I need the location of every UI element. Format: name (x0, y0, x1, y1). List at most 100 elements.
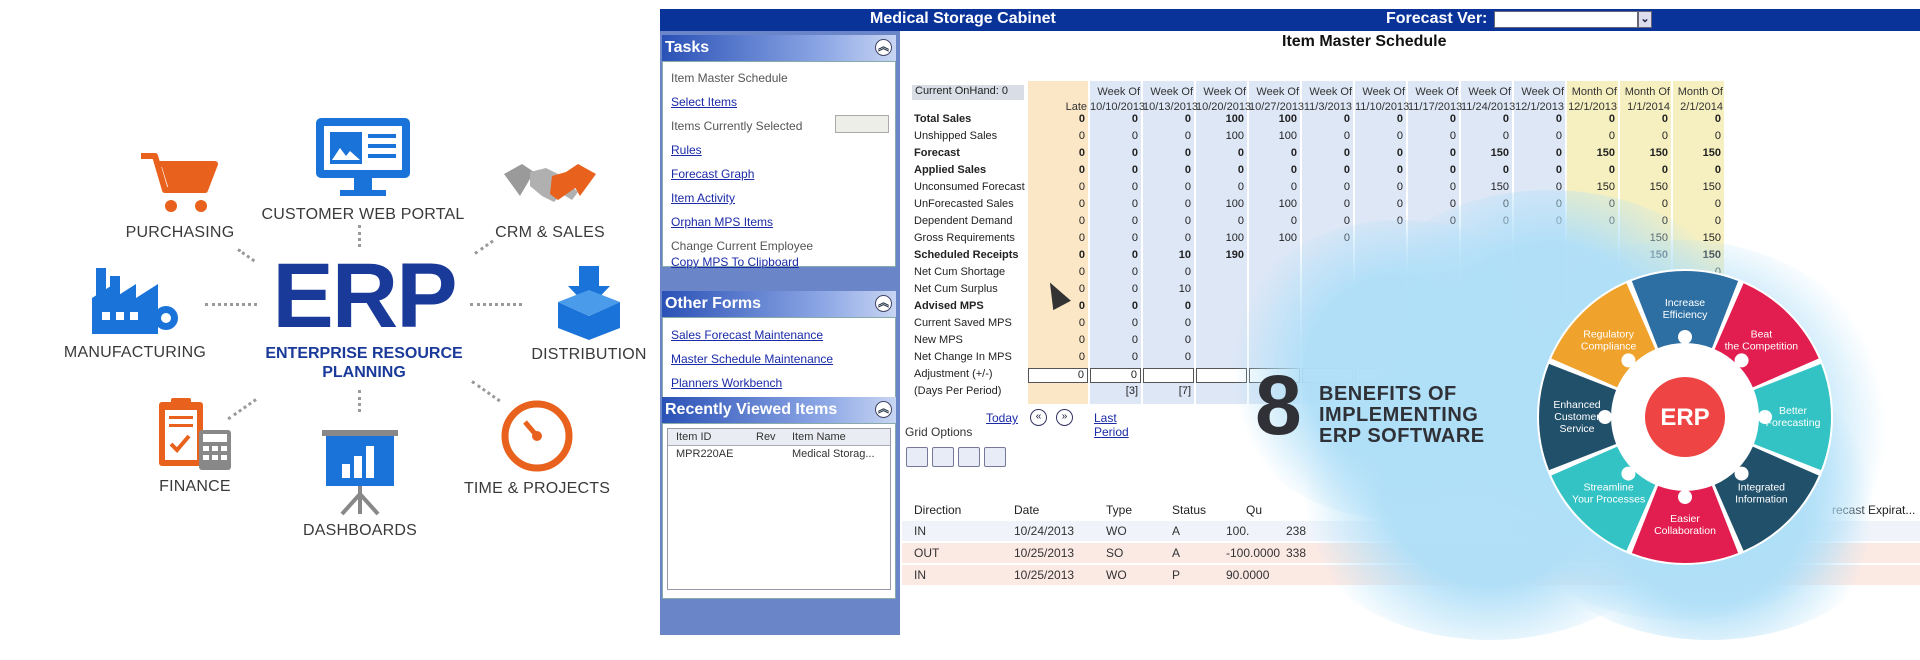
tasks-header[interactable]: Tasks ︽ (662, 35, 896, 61)
table-row[interactable]: MPR220AE Medical Storag... (668, 446, 890, 462)
column-header-top: Month Of (1571, 86, 1617, 98)
task-rules[interactable]: Rules (671, 143, 702, 157)
column-header: recast Expirat... (1832, 503, 1916, 517)
edit-icon[interactable] (984, 447, 1006, 467)
column-header: Week Of 11/10/2013 (1355, 85, 1409, 115)
schedule-cell: 0 (1714, 198, 1721, 210)
connector (470, 303, 522, 306)
schedule-cell: 0 (1078, 249, 1085, 261)
schedule-cell: 0 (1449, 164, 1456, 176)
schedule-cell[interactable] (1196, 368, 1247, 383)
schedule-row-label: Forecast (914, 147, 960, 159)
collapse-chevron-icon[interactable]: ︽ (875, 39, 892, 56)
print-icon[interactable] (958, 447, 980, 467)
erp-subtitle: ENTERPRISE RESOURCE PLANNING (250, 344, 478, 382)
schedule-cell: 0 (1078, 164, 1085, 176)
benefit-icon (1758, 410, 1772, 424)
schedule-cell (1302, 266, 1353, 283)
schedule-cell: 0 (1449, 113, 1456, 125)
schedule-row-label: Net Change In MPS (914, 351, 1012, 363)
schedule-cell: 0 (1396, 215, 1403, 227)
erp-module-diagram: PURCHASING CUSTOMER WEB PORTAL CRM & SAL… (0, 0, 660, 660)
benefits-line: BENEFITS OF (1319, 383, 1457, 405)
column-header: Week Of 12/1/2013 (1514, 85, 1567, 115)
recently-viewed-title: Recently Viewed Items (665, 401, 838, 418)
schedule-cell: 0 (1714, 113, 1721, 125)
schedule-cell: 0 (1449, 215, 1456, 227)
cell: WO (1106, 524, 1127, 538)
schedule-cell: 0 (1078, 351, 1085, 363)
column-header-top: Week Of (1521, 86, 1564, 98)
box-download-icon (558, 266, 620, 340)
last-period-link[interactable]: Last Period (1094, 411, 1129, 439)
benefit-icon (1734, 466, 1749, 481)
collapse-chevron-icon[interactable]: ︽ (875, 295, 892, 312)
schedule-cell: 100 (1278, 113, 1297, 125)
other-forms-header[interactable]: Other Forms ︽ (662, 291, 896, 317)
schedule-cell: [3] (1125, 385, 1138, 397)
schedule-cell: 0 (1396, 130, 1403, 142)
recently-viewed-header[interactable]: Recently Viewed Items ︽ (662, 397, 896, 423)
schedule-cell: 0 (1714, 164, 1721, 176)
schedule-row-label: Adjustment (+/-) (914, 368, 993, 380)
schedule-cell: 0 (1078, 130, 1085, 142)
cell: SO (1106, 546, 1124, 560)
task-copy-mps-to-clipboard[interactable]: Copy MPS To Clipboard (671, 255, 799, 269)
schedule-cell: 0 (1290, 147, 1297, 159)
schedule-cell: 0 (1396, 113, 1403, 125)
schedule-cell: 0 (1184, 300, 1191, 312)
schedule-row-label: New MPS (914, 334, 963, 346)
table-row[interactable]: IN 10/25/2013 WO P 90.0000 (902, 565, 1920, 585)
cell: Medical Storag... (792, 448, 875, 460)
schedule-cell: 0 (1608, 198, 1615, 210)
schedule-cell: 0 (1131, 147, 1138, 159)
grid-options-label: Grid Options (905, 425, 973, 439)
benefits-wheel: Increase EfficiencyBeat the CompetitionBet… (1537, 269, 1833, 565)
open-folder-icon[interactable] (906, 447, 928, 467)
form-planners-workbench[interactable]: Planners Workbench (671, 376, 782, 390)
task-orphan-mps-items[interactable]: Orphan MPS Items (671, 215, 773, 229)
schedule-cell[interactable]: 0 (1090, 368, 1141, 383)
schedule-cell: 0 (1608, 130, 1615, 142)
benefit-label: Increase Efficiency (1663, 297, 1708, 321)
next-period-icon[interactable]: » (1056, 409, 1073, 426)
schedule-cell: 0 (1131, 283, 1138, 295)
form-sales-forecast-maintenance[interactable]: Sales Forecast Maintenance (671, 328, 823, 342)
column-header-top: Month Of (1624, 86, 1670, 98)
schedule-cell: 0 (1343, 198, 1350, 210)
task-item-activity[interactable]: Item Activity (671, 191, 735, 205)
collapse-chevron-icon[interactable]: ︽ (875, 401, 892, 418)
task-forecast-graph[interactable]: Forecast Graph (671, 167, 754, 181)
schedule-cell (1355, 249, 1406, 266)
schedule-cell: 0 (1131, 113, 1138, 125)
column-header: Item ID (676, 431, 712, 443)
forecast-version-select[interactable] (1494, 11, 1638, 28)
schedule-cell (1355, 334, 1406, 351)
schedule-cell: 0 (1131, 232, 1138, 244)
schedule-cell[interactable]: 0 (1028, 368, 1088, 383)
schedule-cell: 0 (1131, 215, 1138, 227)
schedule-cell (1408, 334, 1459, 351)
cell: 10/24/2013 (1014, 524, 1075, 538)
form-master-schedule-maintenance[interactable]: Master Schedule Maintenance (671, 352, 833, 366)
schedule-cell (1567, 232, 1618, 249)
benefits-heading: 8 BENEFITS OF IMPLEMENTING ERP SOFTWARE (1255, 360, 1515, 450)
task-select-items[interactable]: Select Items (671, 95, 737, 109)
benefits-text: BENEFITS OF IMPLEMENTING ERP SOFTWARE (1319, 384, 1485, 447)
schedule-cell: 0 (1131, 266, 1138, 278)
schedule-cell: 0 (1502, 113, 1509, 125)
schedule-cell: 100 (1225, 232, 1244, 244)
previous-period-icon[interactable]: « (1030, 409, 1047, 426)
cell: 238 (1286, 524, 1307, 538)
module-manufacturing: MANUFACTURING (60, 262, 210, 362)
today-link[interactable]: Today (986, 411, 1018, 425)
schedule-cell: 150 (1490, 147, 1509, 159)
center-label: ERP (1660, 404, 1709, 431)
shopping-cart-icon (141, 153, 218, 212)
finance-calculator-icon (159, 398, 231, 470)
column-header: Item Name (792, 431, 846, 443)
column-header: Month Of 1/1/2014 (1620, 85, 1673, 115)
chevron-down-icon[interactable]: ⌄ (1638, 11, 1652, 28)
schedule-cell[interactable] (1143, 368, 1194, 383)
save-icon[interactable] (932, 447, 954, 467)
